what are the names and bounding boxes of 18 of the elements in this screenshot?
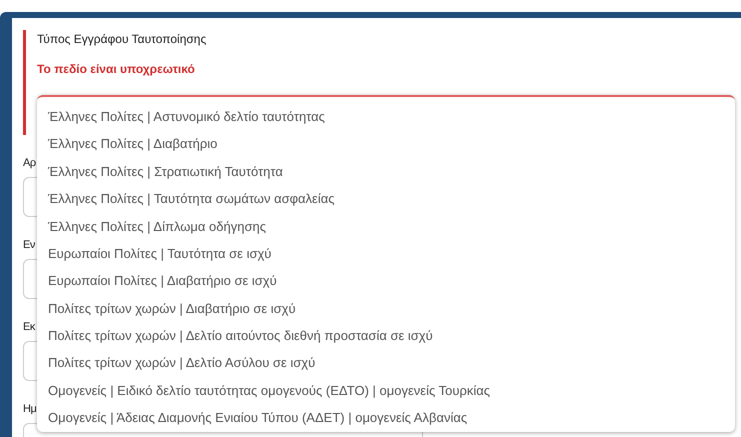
field-label: Ημ [23, 402, 36, 417]
dropdown-option[interactable]: Πολίτες τρίτων χωρών | Δελτίο αιτούντος διεθνή προστασία σε ισχύ [37, 322, 735, 350]
error-message: Το πεδίο είναι υποχρεωτικό [37, 61, 196, 77]
dropdown-option[interactable]: Έλληνες Πολίτες | Αστυνομικό δελτίο ταυτότητας [37, 103, 735, 130]
dropdown-option[interactable]: Έλληνες Πολίτες | Στρατιωτική Ταυτότητα [37, 158, 735, 186]
dropdown-option[interactable]: Ομογενείς | Ειδικό δελτίο ταυτότητας ομογενούς (ΕΔΤΟ) | ομογενείς Τουρκίας [37, 376, 735, 404]
dropdown-option[interactable]: Έλληνες Πολίτες | Δίπλωμα οδήγησης [37, 212, 735, 240]
dropdown-option[interactable]: Έλληνες Πολίτες | Ταυτότητα σωμάτων ασφαλείας [37, 185, 735, 213]
field-label: Εκ [23, 320, 35, 335]
field-label: Τύπος Εγγράφου Ταυτοποίησης [37, 31, 206, 47]
dropdown-option[interactable]: Πολίτες τρίτων χωρών | Διαβατήριο σε ισχύ [37, 294, 735, 322]
dropdown-option[interactable]: Έλληνες Πολίτες | Διαβατήριο [37, 130, 735, 158]
field-label: Εν [23, 238, 35, 253]
dropdown-option[interactable]: Ομογενείς | Άδειας Διαμονής Ενιαίου Τύπου (ΑΔΕΤ) | ομογενείς Αλβανίας [37, 404, 735, 432]
dropdown-option[interactable]: Ευρωπαίοι Πολίτες | Διαβατήριο σε ισχύ [37, 267, 735, 295]
dropdown-option[interactable]: Πολίτες τρίτων χωρών | Δελτίο Ασύλου σε ισχύ [37, 350, 735, 377]
field-label: Αρ [23, 156, 36, 171]
dropdown-option[interactable]: Ευρωπαίοι Πολίτες | Ταυτότητα σε ισχύ [37, 240, 735, 268]
